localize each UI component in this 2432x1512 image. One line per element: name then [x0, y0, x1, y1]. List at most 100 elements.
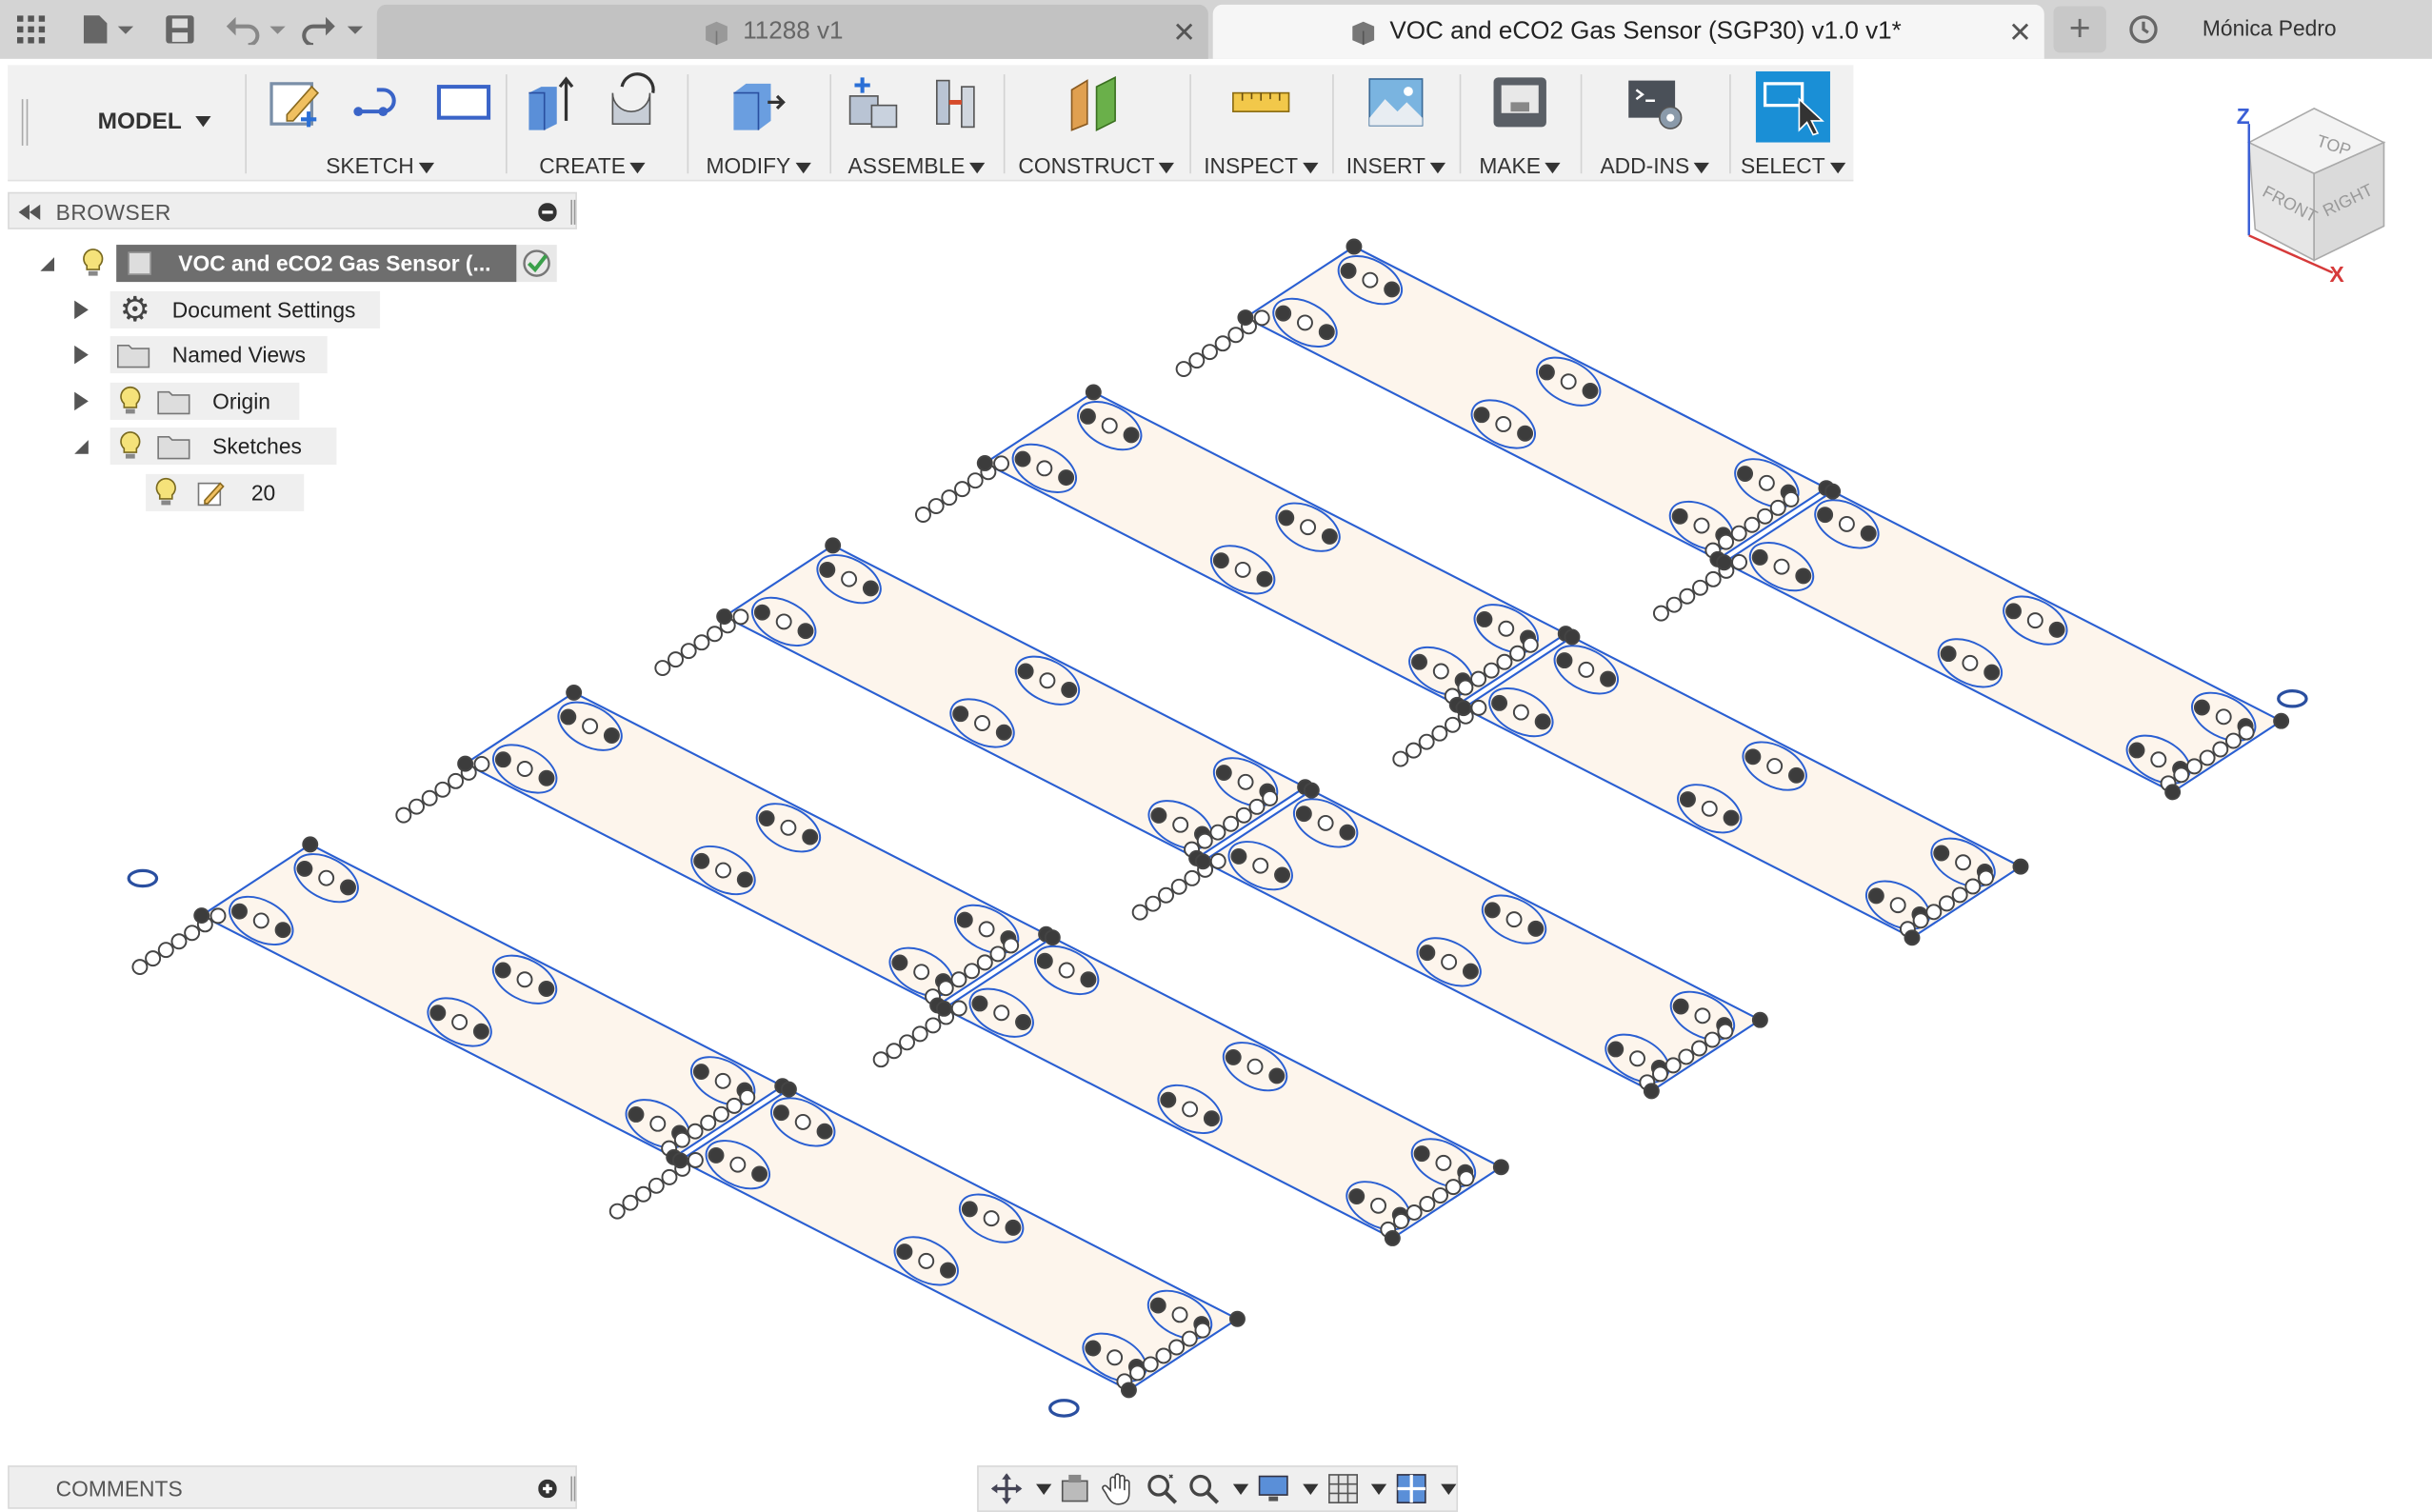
sketch-point[interactable] [1457, 679, 1474, 696]
chevron-down-icon[interactable] [629, 162, 647, 173]
zoom-icon[interactable] [1143, 1470, 1179, 1507]
sketch-point[interactable] [668, 651, 684, 668]
sketch-point[interactable] [2193, 699, 2210, 716]
sketch-point[interactable] [671, 1152, 688, 1169]
sketch-point[interactable] [1348, 1188, 1366, 1204]
sketch-point[interactable] [209, 907, 227, 925]
inspect-menu[interactable]: INSPECT [1204, 153, 1298, 178]
sketch-point[interactable] [252, 912, 269, 929]
sketch-point[interactable] [1795, 567, 1812, 585]
sketch-point[interactable] [622, 1194, 639, 1211]
chevron-down-icon[interactable] [969, 162, 986, 173]
make-menu[interactable]: MAKE [1479, 153, 1541, 178]
sketch-point[interactable] [648, 1177, 665, 1194]
sketch-point[interactable] [1692, 579, 1708, 596]
sketch-point[interactable] [1484, 902, 1501, 919]
sketch-point[interactable] [1470, 699, 1487, 716]
sketch-point[interactable] [1274, 866, 1290, 884]
sketch-point[interactable] [1538, 364, 1555, 381]
sketch-point[interactable] [661, 1168, 678, 1185]
sketch-point[interactable] [1904, 929, 1921, 946]
sketch-point[interactable] [680, 643, 697, 660]
sketch-point[interactable] [1694, 1007, 1711, 1025]
board-face[interactable] [199, 843, 785, 1159]
plus-circle-icon[interactable] [538, 1479, 557, 1499]
sketch-point[interactable] [1955, 854, 1972, 871]
chevron-down-icon[interactable] [1302, 162, 1319, 173]
sketch-point[interactable] [448, 772, 465, 789]
sketch-point[interactable] [995, 724, 1012, 741]
sketch-point[interactable] [1419, 1196, 1436, 1212]
sketch-point[interactable] [1228, 1310, 1246, 1327]
sketch-point[interactable] [1744, 516, 1761, 533]
sketch-point[interactable] [1237, 309, 1254, 326]
sketch-point[interactable] [231, 903, 248, 920]
sketch-point[interactable] [732, 608, 749, 626]
sketch-point[interactable] [1718, 533, 1734, 550]
sketch-point[interactable] [2225, 732, 2242, 749]
sketch-point[interactable] [956, 911, 973, 928]
chevron-down-icon[interactable] [1367, 1470, 1387, 1507]
sketch-point[interactable] [1201, 344, 1218, 361]
sketch-point[interactable] [1889, 897, 1906, 914]
sketch-point[interactable] [911, 1025, 928, 1043]
sketch-point[interactable] [1058, 962, 1075, 979]
sketch-point[interactable] [913, 964, 930, 981]
board-face[interactable] [678, 1087, 1240, 1392]
sketch-point[interactable] [1194, 1322, 1211, 1339]
chevron-down-icon[interactable] [418, 162, 434, 173]
sketch-point[interactable] [2150, 751, 2167, 768]
board-face[interactable] [722, 544, 1307, 860]
sketch-point[interactable] [1838, 515, 1855, 532]
sketch-point[interactable] [1757, 507, 1774, 525]
sketch-point[interactable] [473, 755, 490, 772]
sketch-point[interactable] [872, 1051, 889, 1068]
sketch-point[interactable] [1362, 271, 1379, 288]
sketch-point[interactable] [1321, 527, 1338, 545]
breakout-board-outline[interactable] [914, 384, 1574, 713]
sketch-point[interactable] [1145, 895, 1162, 912]
sketch-point[interactable] [131, 959, 149, 976]
tab-11288[interactable]: 11288 v1 ✕ [376, 4, 1208, 59]
sketch-point[interactable] [1181, 1330, 1198, 1347]
sketch-point[interactable] [1268, 1067, 1286, 1084]
sketch-point[interactable] [1939, 895, 1955, 912]
sketch-point[interactable] [2012, 858, 2029, 875]
board-face[interactable] [942, 936, 1504, 1240]
sketch-point[interactable] [1175, 361, 1192, 378]
sketch-point[interactable] [896, 1243, 913, 1261]
sketch-point[interactable] [1194, 853, 1211, 870]
sketch-point[interactable] [1155, 1347, 1172, 1364]
sketch-point[interactable] [1432, 1187, 1448, 1204]
sketch-point[interactable] [318, 869, 335, 886]
sketch-point[interactable] [1962, 654, 1979, 671]
sketch-point[interactable] [1142, 1356, 1159, 1373]
sketch-point[interactable] [978, 921, 995, 938]
minus-circle-icon[interactable] [538, 203, 557, 222]
sketch-point[interactable] [1252, 857, 1269, 874]
sketch-point[interactable] [950, 971, 967, 988]
visibility-bulb-icon[interactable] [152, 477, 180, 508]
sketch-point[interactable] [1492, 1159, 1509, 1176]
sketch-point[interactable] [1652, 605, 1669, 622]
sketch-point[interactable] [1933, 845, 1950, 862]
sketch-point[interactable] [825, 537, 842, 554]
sketch-point[interactable] [976, 455, 993, 471]
sketch-point[interactable] [1131, 904, 1148, 921]
viewports-icon[interactable] [1393, 1470, 1429, 1507]
sketch-point[interactable] [1678, 1048, 1695, 1065]
sketch-point[interactable] [729, 1156, 747, 1173]
sketch-point[interactable] [409, 798, 425, 815]
sketch-point[interactable] [1061, 682, 1078, 698]
breakout-board-outline[interactable] [654, 537, 1314, 866]
sketch-point[interactable] [1209, 824, 1226, 841]
browser-item-origin[interactable]: Origin [74, 382, 300, 420]
close-tab-icon[interactable]: ✕ [1172, 17, 1196, 50]
sketch-point[interactable] [1693, 517, 1710, 534]
insert-menu[interactable]: INSERT [1346, 153, 1425, 178]
sketch-point[interactable] [1964, 878, 1982, 895]
chevron-down-icon[interactable] [1429, 162, 1446, 173]
sketch-point[interactable] [950, 1000, 967, 1017]
browser-item-named-views[interactable]: Named Views [74, 336, 328, 374]
sketch-point[interactable] [184, 925, 201, 942]
